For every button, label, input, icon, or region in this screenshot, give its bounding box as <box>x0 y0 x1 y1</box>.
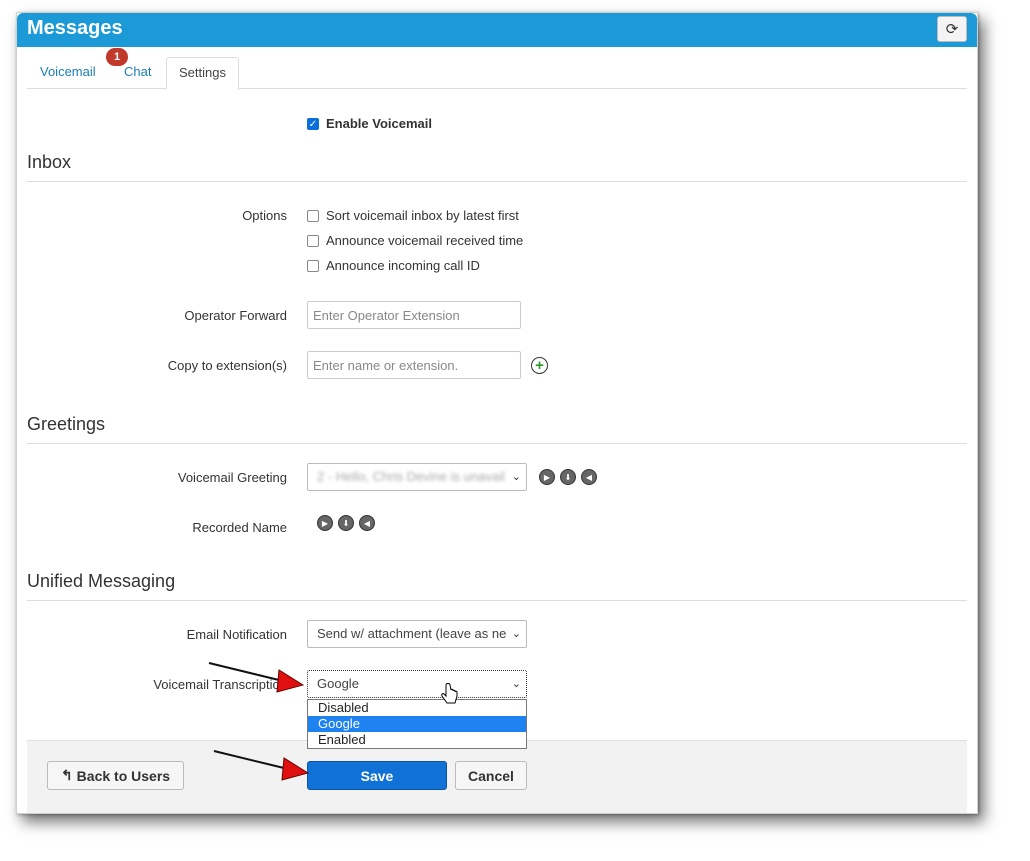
chevron-down-icon: ⌄ <box>511 678 521 690</box>
email-notification-label: Email Notification <box>186 627 287 642</box>
speaker-icon[interactable]: ◀ <box>581 469 597 485</box>
transcription-option-disabled[interactable]: Disabled <box>308 700 526 716</box>
play-icon[interactable]: ▶ <box>539 469 555 485</box>
copy-to-extension-input[interactable] <box>307 351 521 379</box>
sort-latest-label: Sort voicemail inbox by latest first <box>326 208 519 223</box>
page-title: Messages <box>27 17 123 39</box>
email-notification-value: Send w/ attachment (leave as ne <box>317 626 507 641</box>
tab-settings-label: Settings <box>179 65 226 80</box>
option-sort-latest[interactable]: Sort voicemail inbox by latest first <box>307 208 519 223</box>
recorded-name-label: Recorded Name <box>192 520 287 535</box>
save-label: Save <box>360 767 394 784</box>
announce-caller-id-label: Announce incoming call ID <box>326 258 480 273</box>
back-arrow-icon: ↰ <box>60 767 73 783</box>
recorded-name-controls: ▶ ⬇ ◀ <box>317 515 380 531</box>
enable-voicemail-row[interactable]: ✓ Enable Voicemail <box>307 116 432 131</box>
cancel-button[interactable]: Cancel <box>455 761 527 790</box>
option-announce-caller-id[interactable]: Announce incoming call ID <box>307 258 480 273</box>
transcription-dropdown-list: Disabled Google Enabled <box>307 699 527 749</box>
annotation-arrow-transcription <box>208 662 305 693</box>
tab-bar: Voicemail 1 Chat Settings <box>27 48 967 90</box>
voicemail-greeting-value: 2 - Hello, Chris Devine is unavail <box>317 469 505 484</box>
copy-to-extension-label: Copy to extension(s) <box>167 358 287 373</box>
form-footer: ↰ Back to Users Save Cancel <box>27 740 967 813</box>
options-label: Options <box>242 208 287 223</box>
voicemail-greeting-select[interactable]: 2 - Hello, Chris Devine is unavail ⌄ <box>307 463 527 491</box>
voicemail-transcription-select[interactable]: Google ⌄ <box>307 670 527 698</box>
announce-time-label: Announce voicemail received time <box>326 233 524 248</box>
download-icon[interactable]: ⬇ <box>560 469 576 485</box>
save-button[interactable]: Save <box>307 761 447 790</box>
tab-settings[interactable]: Settings <box>166 57 239 90</box>
hand-cursor-icon <box>441 683 458 704</box>
add-extension-icon[interactable]: + <box>531 357 548 374</box>
refresh-button[interactable]: ⟳ <box>937 16 967 42</box>
enable-voicemail-checkbox[interactable]: ✓ <box>307 117 319 130</box>
tab-voicemail[interactable]: Voicemail 1 <box>40 48 128 87</box>
greetings-heading: Greetings <box>27 414 967 444</box>
back-to-users-label: Back to Users <box>76 767 171 784</box>
tab-voicemail-label: Voicemail <box>40 64 96 79</box>
announce-time-checkbox[interactable] <box>307 234 319 247</box>
operator-forward-input[interactable] <box>307 301 521 329</box>
messages-panel: Messages ⟳ Voicemail 1 Chat Settings ✓ E… <box>16 12 978 814</box>
option-announce-time[interactable]: Announce voicemail received time <box>307 233 523 248</box>
sort-latest-checkbox[interactable] <box>307 209 319 222</box>
chevron-down-icon: ⌄ <box>511 628 521 640</box>
annotation-arrow-save <box>213 750 310 781</box>
play-icon[interactable]: ▶ <box>317 515 333 531</box>
announce-caller-id-checkbox[interactable] <box>307 259 319 272</box>
voicemail-greeting-label: Voicemail Greeting <box>177 470 287 485</box>
greeting-controls: ▶ ⬇ ◀ <box>539 469 602 485</box>
speaker-icon[interactable]: ◀ <box>359 515 375 531</box>
unified-messaging-heading: Unified Messaging <box>27 571 967 601</box>
inbox-heading: Inbox <box>27 152 967 182</box>
cancel-label: Cancel <box>468 767 514 784</box>
tab-chat-label: Chat <box>124 64 152 79</box>
email-notification-select[interactable]: Send w/ attachment (leave as ne ⌄ <box>307 620 527 648</box>
enable-voicemail-label: Enable Voicemail <box>326 116 432 131</box>
transcription-option-enabled[interactable]: Enabled <box>308 732 526 748</box>
voicemail-transcription-value: Google <box>317 676 359 691</box>
refresh-icon: ⟳ <box>945 21 959 38</box>
chevron-down-icon: ⌄ <box>511 471 521 483</box>
back-to-users-button[interactable]: ↰ Back to Users <box>47 761 184 790</box>
download-icon[interactable]: ⬇ <box>338 515 354 531</box>
title-bar: Messages ⟳ <box>17 13 977 47</box>
tab-chat[interactable]: Chat <box>124 57 151 87</box>
operator-forward-label: Operator Forward <box>184 308 287 323</box>
transcription-option-google[interactable]: Google <box>308 716 526 732</box>
